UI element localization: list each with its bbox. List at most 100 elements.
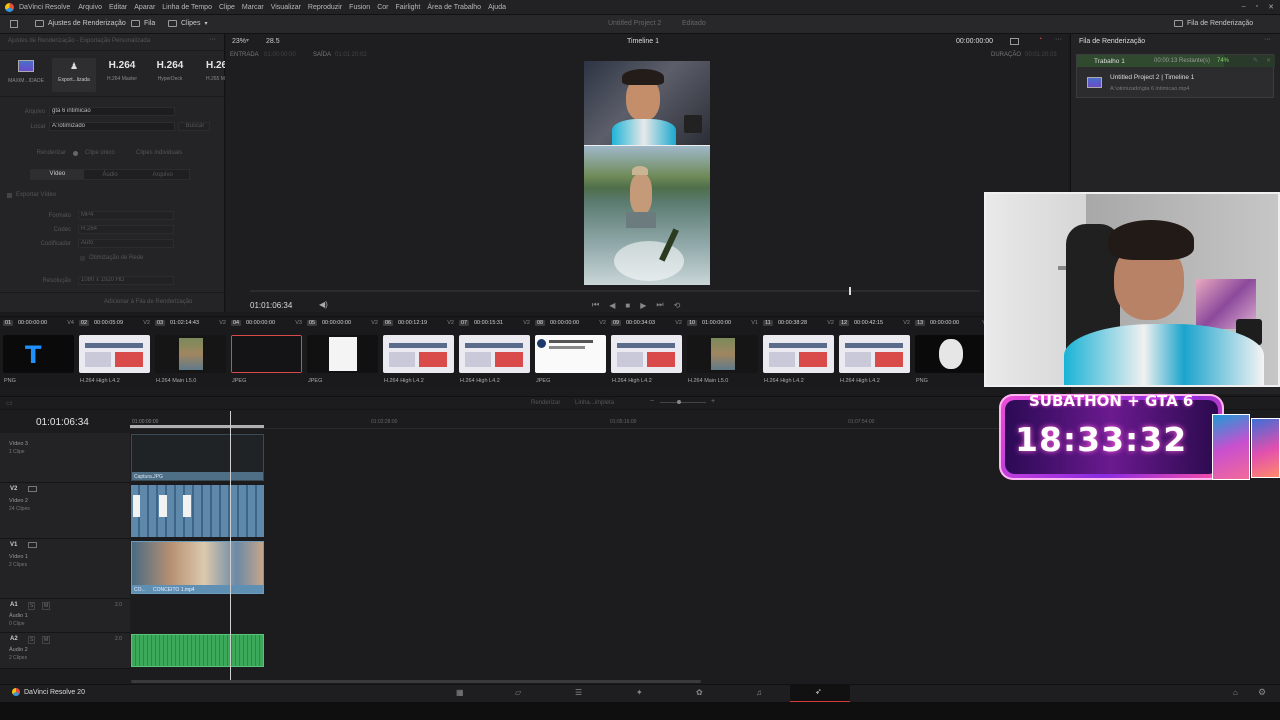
settings-gear-icon[interactable]: ⚙ <box>1258 687 1266 698</box>
skip-start-icon[interactable]: ⏮ <box>592 300 599 310</box>
fairlight-page-icon[interactable]: ♫ <box>756 688 762 697</box>
clip-thumbnail-01[interactable]: 01 00:00:00:00 V4 T PNG <box>0 317 76 389</box>
resolution-select[interactable]: 1080 x 1920 HD <box>78 276 174 285</box>
track-lock-icon[interactable] <box>28 542 37 548</box>
track-header-v2[interactable]: V2 Vídeo 2 24 Clipes <box>0 483 130 539</box>
clip-thumbnail-10[interactable]: 10 01:00:00:00 V1 H.264 Main L5.0 <box>684 317 760 389</box>
zoom-in-icon[interactable]: + <box>711 398 715 405</box>
export-video-checkbox[interactable] <box>7 193 12 198</box>
mute-button[interactable]: M <box>42 602 51 610</box>
menu-clipe[interactable]: Clipe <box>219 4 235 11</box>
clips-toggle[interactable]: Clipes ▾ <box>168 20 207 27</box>
network-opt-checkbox[interactable] <box>80 256 85 261</box>
preset-hyperdeck[interactable]: H.264 HyperDeck <box>148 60 192 82</box>
menu-cor[interactable]: Cor <box>377 4 388 11</box>
more-options-icon[interactable]: ··· <box>209 36 216 43</box>
timeline-clip-v2[interactable] <box>131 485 264 537</box>
tab-audio[interactable]: Áudio <box>84 172 137 178</box>
render-settings-toggle[interactable]: Ajustes de Renderização <box>35 20 126 27</box>
cut-page-icon[interactable]: ▱ <box>515 688 521 697</box>
clip-thumbnail-12[interactable]: 12 00:00:42:15 V2 H.264 High L4.2 <box>836 317 912 389</box>
more-options-icon[interactable]: ··· <box>1264 36 1271 43</box>
track-header-v3[interactable]: Vídeo 3 1 Clipe <box>0 433 130 483</box>
render-queue-toggle[interactable]: Fila de Renderização <box>1174 20 1253 27</box>
close-icon[interactable]: ✕ <box>1268 3 1274 11</box>
encoder-select[interactable]: Auto <box>78 239 174 248</box>
menu-ajuda[interactable]: Ajuda <box>488 4 506 11</box>
viewer-mode-icon[interactable] <box>1010 38 1019 45</box>
media-page-icon[interactable]: ▦ <box>456 688 464 697</box>
clip-thumbnail-07[interactable]: 07 00:00:15:31 V2 H.264 High L4.2 <box>456 317 532 389</box>
browse-button[interactable]: Buscar <box>178 122 210 131</box>
render-job[interactable]: Trabalho 1 00:00:13 Restante(s) 74% ✎ ✕ … <box>1076 54 1275 98</box>
track-lock-icon[interactable] <box>28 486 37 492</box>
play-reverse-icon[interactable]: ◀ <box>609 301 615 310</box>
clip-thumbnail-09[interactable]: 09 00:00:34:03 V2 H.264 High L4.2 <box>608 317 684 389</box>
zoom-out-icon[interactable]: − <box>650 398 654 405</box>
individual-clips-option[interactable]: Clipes individuais <box>136 150 182 156</box>
filename-input[interactable]: gta 6 intimicao <box>49 107 175 116</box>
timeline-clip-v3[interactable]: Captura.JPG <box>131 434 264 481</box>
stop-icon[interactable]: ■ <box>625 301 630 310</box>
clip-thumbnail-11[interactable]: 11 00:00:38:28 V2 H.264 High L4.2 <box>760 317 836 389</box>
timeline-name[interactable]: Timeline 1 <box>627 38 659 45</box>
panel-toggle-icon[interactable] <box>10 20 18 28</box>
single-clip-option[interactable]: Clipe único <box>85 150 115 156</box>
format-select[interactable]: MP4 <box>78 211 174 220</box>
solo-button[interactable]: S <box>28 636 36 644</box>
timeline-clip-v1[interactable]: CO... CONCEITO 1.mp4 <box>131 541 264 594</box>
timeline-scrollbar[interactable] <box>131 680 701 683</box>
timeline-clip-a2[interactable] <box>131 634 264 667</box>
menu-visualizar[interactable]: Visualizar <box>271 4 301 11</box>
solo-button[interactable]: S <box>28 602 36 610</box>
zoom-slider-handle[interactable] <box>677 400 681 404</box>
scrub-playhead[interactable] <box>848 287 851 295</box>
more-options-icon[interactable]: ··· <box>1055 36 1062 43</box>
codec-select[interactable]: H.264 <box>78 225 174 234</box>
volume-icon[interactable]: ◀) <box>319 300 328 309</box>
tab-video[interactable]: Vídeo <box>31 170 84 179</box>
deliver-page-tab[interactable]: ➶ <box>790 685 850 703</box>
play-icon[interactable]: ▶ <box>640 301 646 310</box>
clip-thumbnail-13[interactable]: 1300:00:00:00VPNG <box>912 317 988 389</box>
menu-linha-de-tempo[interactable]: Linha de Tempo <box>162 4 212 11</box>
render-mode-select[interactable]: Linha...impleta <box>575 400 614 406</box>
bypass-icon[interactable]: ◔ <box>1038 36 1042 43</box>
menu-aparar[interactable]: Aparar <box>134 4 155 11</box>
radio-selected-icon[interactable] <box>73 151 78 156</box>
clip-thumbnail-02[interactable]: 02 00:00:05:09 V2 H.264 High L4.2 <box>76 317 152 389</box>
clip-thumbnail-05[interactable]: 05 00:00:00:00 V2 JPEG <box>304 317 380 389</box>
clip-thumbnail-08[interactable]: 08 00:00:00:00 V2 JPEG <box>532 317 608 389</box>
clip-thumbnail-06[interactable]: 06 00:00:12:19 V2 H.264 High L4.2 <box>380 317 456 389</box>
edit-page-icon[interactable]: ☰ <box>575 688 582 697</box>
location-input[interactable]: A:\otimizado <box>49 122 175 131</box>
menu-area-de-trabalho[interactable]: Área de Trabalho <box>427 4 481 11</box>
track-header-a2[interactable]: A2 S M 2.0 Áudio 2 2 Clipes <box>0 633 130 669</box>
menu-editar[interactable]: Editar <box>109 4 127 11</box>
clip-thumbnail-04[interactable]: 04 00:00:00:00 V3 JPEG <box>228 317 304 389</box>
timeline-settings-icon[interactable]: ▭ <box>6 399 13 407</box>
clip-thumbnail-03[interactable]: 03 01:02:14:43 V2 H.264 Main L5.0 <box>152 317 228 389</box>
fusion-page-icon[interactable]: ✦ <box>636 688 643 697</box>
tab-file[interactable]: Arquivo <box>136 172 189 178</box>
delete-icon[interactable]: ✕ <box>1266 57 1271 64</box>
menu-arquivo[interactable]: Arquivo <box>78 4 102 11</box>
menu-reproduzir[interactable]: Reproduzir <box>308 4 342 11</box>
track-header-v1[interactable]: V1 Vídeo 1 2 Clipes <box>0 539 130 599</box>
edit-icon[interactable]: ✎ <box>1253 57 1258 64</box>
timeline-playhead[interactable] <box>230 411 231 681</box>
menu-fairlight[interactable]: Fairlight <box>395 4 420 11</box>
queue-toggle[interactable]: Fila <box>131 20 155 27</box>
color-page-icon[interactable]: ✿ <box>696 688 703 697</box>
zoom-level[interactable]: 23% <box>232 38 246 45</box>
track-header-a1[interactable]: A1 S M 2.0 Áudio 1 0 Clipe <box>0 599 130 633</box>
preset-custom-export[interactable]: ♟ Export...lizada <box>52 58 96 92</box>
maximize-icon[interactable]: ▫ <box>1256 3 1258 11</box>
mute-button[interactable]: M <box>42 636 51 644</box>
minimize-icon[interactable]: – <box>1242 3 1246 11</box>
menu-marcar[interactable]: Marcar <box>242 4 264 11</box>
zoom-slider[interactable] <box>660 402 706 403</box>
add-to-queue-button[interactable]: Adicionar à Fila de Renderização <box>104 299 192 305</box>
preset-max-quality[interactable]: MAXIM...IDADE <box>4 60 48 84</box>
menu-fusion[interactable]: Fusion <box>349 4 370 11</box>
